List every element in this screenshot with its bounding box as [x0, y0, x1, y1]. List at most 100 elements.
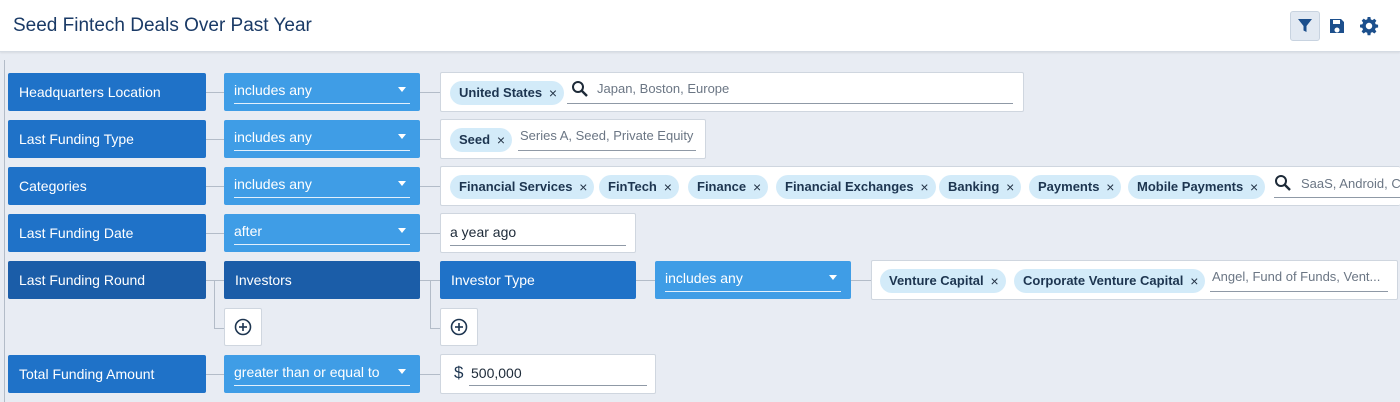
operator-value: greater than or equal to: [234, 364, 380, 380]
operator-select-total-funding[interactable]: greater than or equal to: [224, 355, 420, 393]
operator-select-investor-type[interactable]: includes any: [655, 261, 851, 299]
chip: Corporate Venture Capital ×: [1014, 269, 1206, 293]
remove-chip-icon[interactable]: ×: [1006, 175, 1014, 199]
select-underline: [665, 291, 841, 292]
chip: United States ×: [450, 81, 565, 105]
search-icon: [572, 81, 588, 97]
remove-chip-icon[interactable]: ×: [990, 269, 998, 293]
remove-chip-icon[interactable]: ×: [920, 175, 928, 199]
operator-value: includes any: [665, 270, 743, 286]
tree-connector: [4, 60, 5, 402]
tree-connector: [214, 280, 215, 328]
remove-chip-icon[interactable]: ×: [1190, 269, 1198, 293]
tree-connector: [206, 233, 224, 234]
chevron-down-icon: [398, 228, 406, 233]
chip-label: Financial Exchanges: [785, 179, 914, 194]
chip: Seed ×: [450, 128, 513, 152]
subfield-investor-type[interactable]: Investor Type: [440, 261, 636, 299]
settings-button[interactable]: [1354, 11, 1384, 41]
search-input[interactable]: Angel, Fund of Funds, Vent...: [1212, 269, 1380, 284]
select-underline: [234, 385, 410, 386]
operator-select-headquarters[interactable]: includes any: [224, 73, 420, 111]
chevron-down-icon: [398, 87, 406, 92]
remove-chip-icon[interactable]: ×: [1250, 175, 1258, 199]
value-box-categories: Financial Services × FinTech × Finance × Fi…: [440, 166, 1400, 206]
filter-field-funding-round[interactable]: Last Funding Round: [8, 261, 206, 299]
operator-value: includes any: [234, 82, 312, 98]
add-circle-icon: [234, 318, 252, 336]
amount-input[interactable]: 500,000: [471, 365, 522, 381]
tree-connector: [636, 280, 655, 281]
chevron-down-icon: [829, 275, 837, 280]
remove-chip-icon[interactable]: ×: [497, 128, 505, 152]
chip-label: United States: [459, 85, 543, 100]
chip: Mobile Payments ×: [1128, 175, 1266, 199]
subfield-investors[interactable]: Investors: [224, 261, 420, 299]
tree-connector: [851, 280, 871, 281]
operator-select-funding-date[interactable]: after: [224, 214, 420, 252]
operator-select-funding-type[interactable]: includes any: [224, 120, 420, 158]
search-icon: [1275, 175, 1291, 191]
tree-connector: [420, 233, 440, 234]
remove-chip-icon[interactable]: ×: [664, 175, 672, 199]
remove-chip-icon[interactable]: ×: [549, 81, 557, 105]
remove-chip-icon[interactable]: ×: [579, 175, 587, 199]
chevron-down-icon: [398, 181, 406, 186]
value-box-funding-type: Seed × Series A, Seed, Private Equity: [440, 119, 706, 159]
search-input[interactable]: SaaS, Android, C: [1301, 176, 1400, 191]
filter-button[interactable]: [1290, 11, 1320, 41]
chip: Finance ×: [688, 175, 769, 199]
tree-connector: [430, 280, 431, 328]
chip: FinTech ×: [599, 175, 679, 199]
filter-field-total-funding[interactable]: Total Funding Amount: [8, 355, 206, 393]
search-input[interactable]: Series A, Seed, Private Equity: [520, 128, 693, 143]
chip: Financial Exchanges ×: [776, 175, 936, 199]
chip-label: Seed: [459, 132, 491, 147]
remove-chip-icon[interactable]: ×: [753, 175, 761, 199]
page-title: Seed Fintech Deals Over Past Year: [13, 15, 312, 36]
input-underline: [469, 385, 647, 386]
input-underline: [1274, 197, 1400, 198]
input-underline: [518, 150, 696, 151]
tree-connector: [206, 92, 224, 93]
chip-label: Mobile Payments: [1137, 179, 1244, 194]
save-icon: [1330, 19, 1344, 33]
select-underline: [234, 197, 410, 198]
filter-field-headquarters[interactable]: Headquarters Location: [8, 73, 206, 111]
add-subfield-button[interactable]: [224, 308, 262, 346]
value-box-funding-date: a year ago: [440, 213, 636, 253]
operator-select-categories[interactable]: includes any: [224, 167, 420, 205]
tree-connector: [420, 92, 440, 93]
tree-connector: [430, 328, 440, 329]
filter-field-categories[interactable]: Categories: [8, 167, 206, 205]
tree-connector: [206, 280, 224, 281]
chip-label: Corporate Venture Capital: [1023, 273, 1184, 288]
chip-label: Finance: [697, 179, 747, 194]
chip-label: Venture Capital: [889, 273, 984, 288]
chevron-down-icon: [398, 134, 406, 139]
tree-connector: [206, 374, 224, 375]
tree-connector: [420, 186, 440, 187]
chip-label: Banking: [948, 179, 1000, 194]
add-circle-icon: [450, 318, 468, 336]
input-underline: [1210, 291, 1388, 292]
search-input[interactable]: Japan, Boston, Europe: [597, 81, 729, 96]
input-underline: [567, 103, 1013, 104]
save-button[interactable]: [1322, 11, 1352, 41]
filter-field-funding-type[interactable]: Last Funding Type: [8, 120, 206, 158]
chip-label: FinTech: [608, 179, 657, 194]
date-input[interactable]: a year ago: [450, 224, 516, 240]
select-underline: [234, 150, 410, 151]
value-box-headquarters: United States × Japan, Boston, Europe: [440, 72, 1024, 112]
filter-field-funding-date[interactable]: Last Funding Date: [8, 214, 206, 252]
select-underline: [234, 244, 410, 245]
tree-connector: [206, 139, 224, 140]
value-box-investor-type: Venture Capital × Corporate Venture Capit…: [871, 260, 1398, 300]
input-underline: [450, 245, 626, 246]
operator-value: after: [234, 223, 263, 239]
filter-icon: [1298, 19, 1312, 32]
add-subfield-button[interactable]: [440, 308, 478, 346]
remove-chip-icon[interactable]: ×: [1106, 175, 1114, 199]
chip: Financial Services ×: [450, 175, 595, 199]
chip-label: Financial Services: [459, 179, 573, 194]
